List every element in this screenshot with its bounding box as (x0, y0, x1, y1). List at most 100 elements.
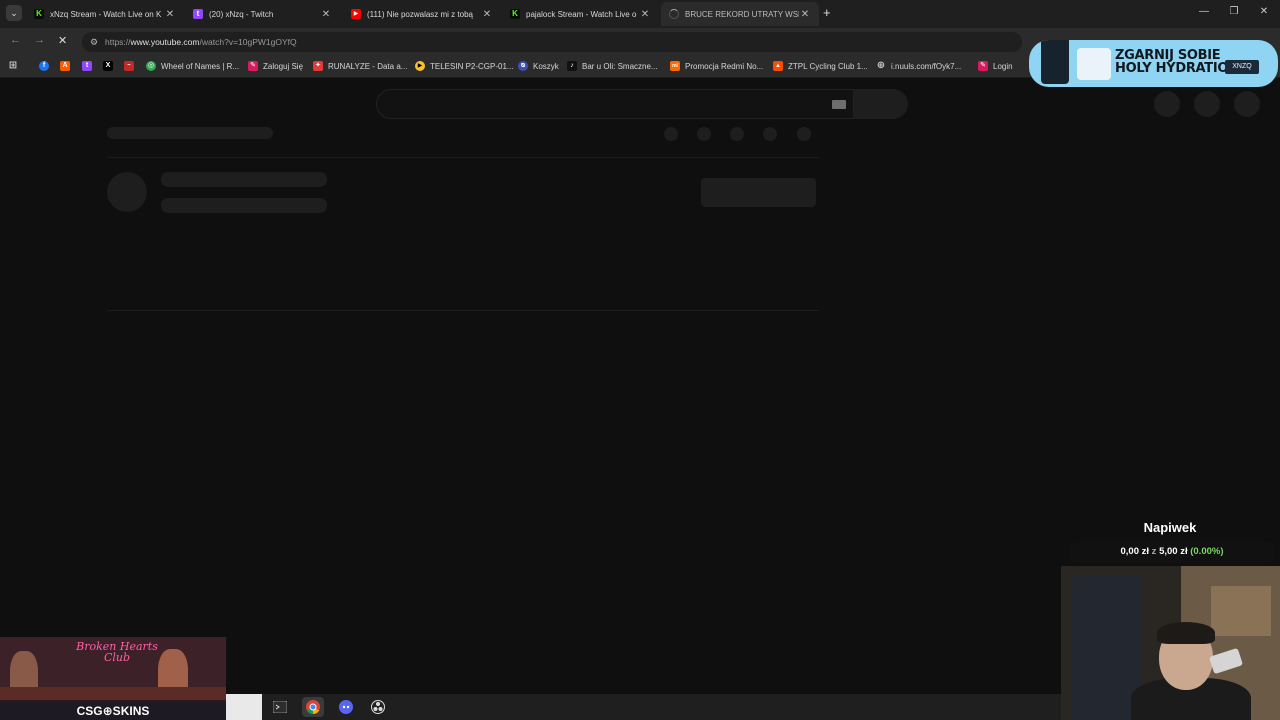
bookmark-label: Zaloguj Się (263, 61, 304, 71)
tip-goal-title: Napiwek (1143, 520, 1197, 535)
bookmark-label: Bar u Oli: Smaczne... (582, 61, 658, 71)
action-skeleton-5 (797, 127, 811, 141)
tab-4-active[interactable]: BRUCE REKORD UTRATY WSPÓ ✕ (661, 2, 819, 26)
bookmark-label: RUNALYZE - Data a... (328, 61, 408, 71)
allegro-icon: A (60, 61, 70, 71)
url-host: www.youtube.com (130, 37, 200, 47)
forward-arrow-icon[interactable]: → (34, 34, 45, 46)
tab-close-icon[interactable]: ✕ (320, 9, 332, 20)
notifications-icon-skeleton[interactable] (1194, 91, 1220, 117)
tab-close-icon[interactable]: ✕ (639, 9, 651, 20)
restore-icon[interactable]: ❐ (1224, 6, 1244, 17)
bottle-image (1041, 40, 1069, 84)
bar-counter (0, 687, 226, 700)
minimize-icon[interactable]: — (1194, 6, 1214, 17)
loading-spinner-icon (669, 9, 679, 19)
bookmark-wheel-of-names[interactable]: ◎ Wheel of Names | R... (146, 61, 239, 71)
bookmark-label: Koszyk (533, 61, 559, 71)
keyboard-icon[interactable] (832, 100, 846, 109)
login-icon: ✎ (978, 61, 988, 71)
bookmark-x[interactable]: X (103, 61, 118, 71)
tab-close-icon[interactable]: ✕ (481, 9, 493, 20)
bookmark-nuuls[interactable]: ⊕ i.nuuls.com/fOyk7... (876, 61, 961, 71)
discord-icon (339, 700, 353, 714)
x-icon: X (103, 61, 113, 71)
runalyze-icon: ✦ (313, 61, 323, 71)
action-skeleton-3 (730, 127, 744, 141)
address-bar[interactable]: ⚙ https://www.youtube.com/watch?v=10gPW1… (82, 32, 1022, 52)
new-tab-icon[interactable]: + (823, 6, 831, 20)
tip-separator: z (1151, 546, 1157, 557)
strava-icon: ▲ (773, 61, 783, 71)
tab-0[interactable]: K xNzq Stream - Watch Live on K ✕ (26, 2, 184, 26)
stop-loading-icon[interactable]: ✕ (58, 34, 67, 47)
tab-strip: ⌄ K xNzq Stream - Watch Live on K ✕ t (2… (0, 0, 1280, 28)
url-path: /watch?v=10gPW1gOYfQ (199, 37, 297, 47)
wheel-icon: ◎ (146, 61, 156, 71)
site-info-icon[interactable]: ⚙ (88, 36, 100, 48)
url-text[interactable]: https://www.youtube.com/watch?v=10gPW1gO… (105, 37, 297, 47)
url-scheme: https:// (105, 37, 131, 47)
bookmark-koszyk[interactable]: ᴓ Koszyk (518, 61, 559, 71)
facebook-icon: f (39, 61, 49, 71)
kick-favicon-icon: K (510, 9, 520, 19)
tab-close-icon[interactable]: ✕ (164, 9, 176, 20)
bookmark-ztpl[interactable]: ▲ ZTPL Cycling Club 1... (773, 61, 868, 71)
taskbar-terminal[interactable] (269, 697, 291, 717)
bookmark-pl[interactable]: ~ (124, 61, 139, 71)
divider (107, 310, 819, 311)
product-can-image (1077, 48, 1111, 80)
bookmark-twitch[interactable]: t (82, 61, 97, 71)
channel-avatar-skeleton (107, 172, 147, 212)
bookmark-zaloguj[interactable]: ✎ Zaloguj Się (248, 61, 303, 71)
tab-title: BRUCE REKORD UTRATY WSPÓ (685, 9, 799, 19)
back-arrow-icon[interactable]: ← (10, 34, 21, 46)
bookmark-apps[interactable]: ⊞ (8, 61, 23, 71)
taskbar-search-box[interactable] (226, 694, 262, 720)
action-skeleton-1 (664, 127, 678, 141)
tip-goal-amount: 0,00 zł z 5,00 zł (0.00%) (1068, 546, 1276, 557)
telesin-icon: ▶ (415, 61, 425, 71)
subscribe-button-skeleton (701, 178, 816, 207)
streamer-hair (1157, 622, 1215, 644)
bookmark-redmi[interactable]: mi Promocja Redmi No... (670, 61, 763, 71)
tiktok-icon: ♪ (567, 61, 577, 71)
avatar-skeleton[interactable] (1234, 91, 1260, 117)
search-button-skeleton[interactable] (854, 89, 908, 119)
sponsor-brand: CSG⊕SKINS (0, 702, 226, 720)
bookmark-allegro[interactable]: A (60, 61, 75, 71)
tab-2[interactable]: ▶ (111) Nie pozwalasz mi z tobą ✕ (343, 2, 501, 26)
neon-sign: Broken Hearts Club (76, 640, 158, 664)
bookmark-label: ZTPL Cycling Club 1... (788, 61, 868, 71)
youtube-favicon-icon: ▶ (351, 9, 361, 19)
bookmark-facebook[interactable]: f (39, 61, 54, 71)
bookmark-login[interactable]: ✎ Login (978, 61, 1013, 71)
tab-title: pajalock Stream - Watch Live o (526, 9, 637, 19)
action-skeleton-2 (697, 127, 711, 141)
obs-icon (371, 700, 385, 714)
bookmark-bar-u-oli[interactable]: ♪ Bar u Oli: Smaczne... (567, 61, 658, 71)
bookmark-label: i.nuuls.com/fOyk7... (891, 61, 962, 71)
channel-subs-skeleton (161, 198, 327, 213)
globe-icon: ⊕ (876, 60, 886, 71)
window-close-icon[interactable]: ✕ (1254, 6, 1274, 17)
bookmark-runalyze[interactable]: ✦ RUNALYZE - Data a... (313, 61, 407, 71)
bookmark-telesin[interactable]: ▶ TELESIN P2-CGP-01... (415, 61, 514, 71)
tab-search-icon[interactable]: ⌄ (6, 5, 22, 21)
promo-code: XNZQ (1225, 60, 1259, 74)
action-skeleton-4 (763, 127, 777, 141)
search-input-skeleton[interactable] (376, 89, 854, 119)
taskbar-discord[interactable] (335, 697, 357, 717)
video-title-skeleton (107, 127, 273, 139)
taskbar-obs[interactable] (367, 697, 389, 717)
taskbar (226, 694, 1061, 720)
tab-close-icon[interactable]: ✕ (799, 9, 811, 20)
webcam-feed (1061, 566, 1280, 720)
tab-1[interactable]: t (20) xNzq - Twitch ✕ (185, 2, 340, 26)
terminal-icon (273, 701, 287, 713)
xiaomi-icon: mi (670, 61, 680, 71)
create-icon-skeleton[interactable] (1154, 91, 1180, 117)
taskbar-chrome[interactable] (302, 697, 324, 717)
bookmark-label: Wheel of Names | R... (161, 61, 240, 71)
tab-3[interactable]: K pajalock Stream - Watch Live o ✕ (502, 2, 659, 26)
